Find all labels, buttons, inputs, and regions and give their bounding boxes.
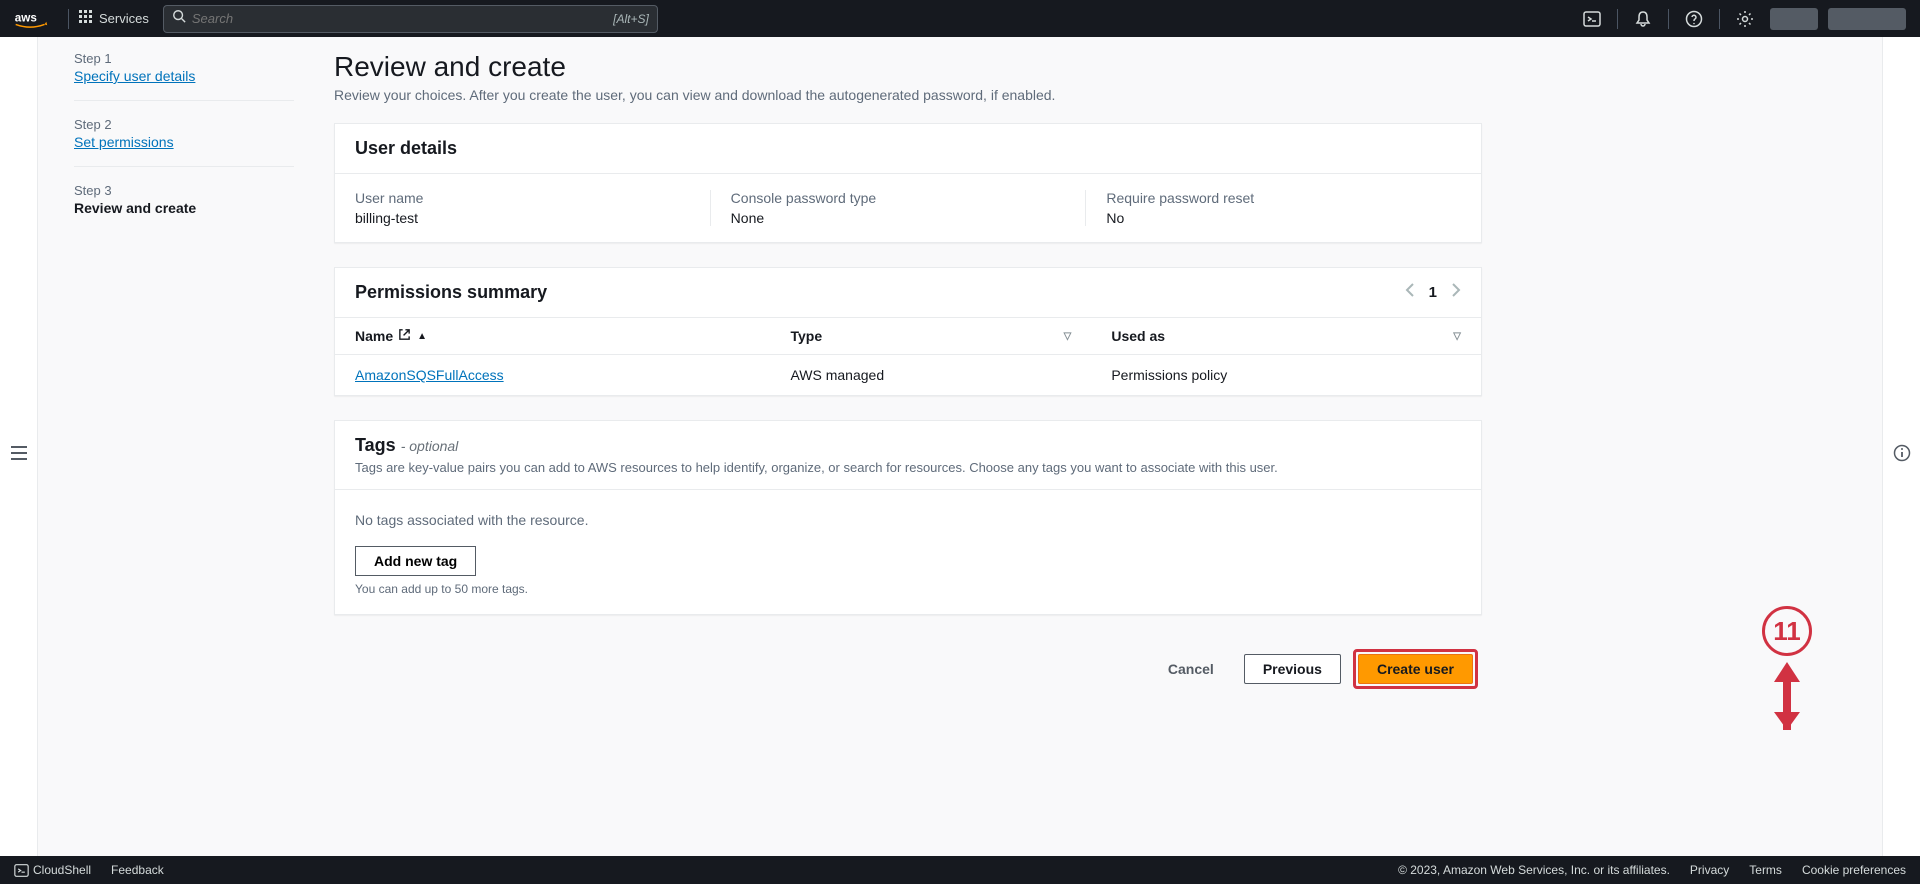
table-row: AmazonSQSFullAccess AWS managed Permissi… xyxy=(335,355,1481,396)
step-label: Step 2 xyxy=(74,117,294,132)
add-new-tag-button[interactable]: Add new tag xyxy=(355,546,476,576)
tags-description: Tags are key-value pairs you can add to … xyxy=(355,460,1461,475)
policy-link[interactable]: AmazonSQSFullAccess xyxy=(355,367,504,383)
svg-text:aws: aws xyxy=(15,11,38,24)
side-collapse-col xyxy=(0,37,38,856)
create-user-button[interactable]: Create user xyxy=(1358,654,1473,684)
pagination: 1 xyxy=(1405,283,1461,302)
services-label: Services xyxy=(99,11,149,26)
permissions-summary-card: Permissions summary 1 xyxy=(334,267,1482,396)
require-password-reset-field: Require password reset No xyxy=(1085,190,1461,226)
tags-card: Tags - optional Tags are key-value pairs… xyxy=(334,420,1482,615)
user-details-card: User details User name billing-test Cons… xyxy=(334,123,1482,243)
cloudshell-label: CloudShell xyxy=(33,863,91,877)
no-tags-text: No tags associated with the resource. xyxy=(355,490,1461,546)
previous-button[interactable]: Previous xyxy=(1244,654,1341,684)
help-panel-col xyxy=(1882,37,1920,856)
nav-divider xyxy=(1617,9,1618,29)
grid-icon xyxy=(79,10,93,27)
tag-limit-text: You can add up to 50 more tags. xyxy=(355,582,1461,596)
console-password-type-field: Console password type None xyxy=(710,190,1086,226)
policy-used-as: Permissions policy xyxy=(1091,355,1481,396)
tags-heading: Tags - optional xyxy=(355,435,1461,456)
content-area: Step 1 Specify user details Step 2 Set p… xyxy=(38,37,1882,856)
step-current-review-and-create: Review and create xyxy=(74,200,294,216)
field-label: Console password type xyxy=(731,190,1086,206)
step-link-specify-user-details[interactable]: Specify user details xyxy=(74,68,294,84)
field-value: None xyxy=(731,210,1086,226)
info-button[interactable] xyxy=(1893,53,1911,856)
help-icon[interactable] xyxy=(1679,4,1709,34)
cancel-button[interactable]: Cancel xyxy=(1150,655,1232,683)
aws-logo[interactable]: aws xyxy=(14,10,48,28)
permissions-table: Name ▲ xyxy=(335,317,1481,395)
field-value: billing-test xyxy=(355,210,710,226)
annotation-arrow-icon xyxy=(1770,662,1804,738)
services-button[interactable]: Services xyxy=(79,10,149,27)
page-number: 1 xyxy=(1429,284,1437,301)
permissions-heading: Permissions summary xyxy=(355,282,547,303)
wizard-steps: Step 1 Specify user details Step 2 Set p… xyxy=(74,51,334,699)
previous-page-button[interactable] xyxy=(1405,283,1415,302)
top-nav: aws Services [Alt+S] xyxy=(0,0,1920,37)
search-input[interactable] xyxy=(192,11,613,26)
field-label: User name xyxy=(355,190,710,206)
step-2: Step 2 Set permissions xyxy=(74,100,294,166)
terms-link[interactable]: Terms xyxy=(1749,863,1782,877)
search-icon xyxy=(172,9,186,28)
column-header-type[interactable]: Type ▽ xyxy=(770,318,1091,355)
settings-icon[interactable] xyxy=(1730,4,1760,34)
next-page-button[interactable] xyxy=(1451,283,1461,302)
notifications-icon[interactable] xyxy=(1628,4,1658,34)
search-shortcut: [Alt+S] xyxy=(613,12,649,26)
user-name-field: User name billing-test xyxy=(355,190,710,226)
region-selector[interactable] xyxy=(1770,8,1818,30)
page-description: Review your choices. After you create th… xyxy=(334,87,1482,103)
nav-divider xyxy=(1719,9,1720,29)
annotation-callout: 11 xyxy=(1762,606,1812,738)
tags-optional: - optional xyxy=(401,438,459,454)
privacy-link[interactable]: Privacy xyxy=(1690,863,1729,877)
column-type-label: Type xyxy=(790,328,822,344)
policy-type: AWS managed xyxy=(770,355,1091,396)
search-box[interactable]: [Alt+S] xyxy=(163,5,658,33)
user-details-heading: User details xyxy=(355,138,1461,159)
field-value: No xyxy=(1106,210,1461,226)
step-1: Step 1 Specify user details xyxy=(74,51,294,100)
sort-icon: ▽ xyxy=(1064,331,1072,342)
hamburger-button[interactable] xyxy=(11,53,27,856)
step-3: Step 3 Review and create xyxy=(74,166,294,232)
step-link-set-permissions[interactable]: Set permissions xyxy=(74,134,294,150)
copyright-text: © 2023, Amazon Web Services, Inc. or its… xyxy=(1398,863,1670,877)
page-title: Review and create xyxy=(334,51,1482,83)
step-label: Step 1 xyxy=(74,51,294,66)
sort-ascending-icon: ▲ xyxy=(417,331,427,342)
cookie-preferences-link[interactable]: Cookie preferences xyxy=(1802,863,1906,877)
column-header-used-as[interactable]: Used as ▽ xyxy=(1091,318,1481,355)
action-bar: Cancel Previous Create user xyxy=(334,639,1482,699)
column-name-label: Name xyxy=(355,328,393,344)
cloudshell-icon[interactable] xyxy=(1577,4,1607,34)
nav-divider xyxy=(1668,9,1669,29)
external-link-icon xyxy=(398,328,411,344)
footer: CloudShell Feedback © 2023, Amazon Web S… xyxy=(0,856,1920,884)
sort-icon: ▽ xyxy=(1453,331,1461,342)
cloudshell-footer-button[interactable]: CloudShell xyxy=(14,863,91,878)
tags-heading-text: Tags xyxy=(355,435,396,455)
feedback-link[interactable]: Feedback xyxy=(111,863,164,877)
field-label: Require password reset xyxy=(1106,190,1461,206)
column-used-as-label: Used as xyxy=(1111,328,1165,344)
create-user-highlight: Create user xyxy=(1353,649,1478,689)
step-label: Step 3 xyxy=(74,183,294,198)
account-menu[interactable] xyxy=(1828,8,1906,30)
nav-divider xyxy=(68,9,69,29)
annotation-number: 11 xyxy=(1762,606,1812,656)
main-content: Review and create Review your choices. A… xyxy=(334,51,1482,699)
column-header-name[interactable]: Name ▲ xyxy=(335,318,770,355)
